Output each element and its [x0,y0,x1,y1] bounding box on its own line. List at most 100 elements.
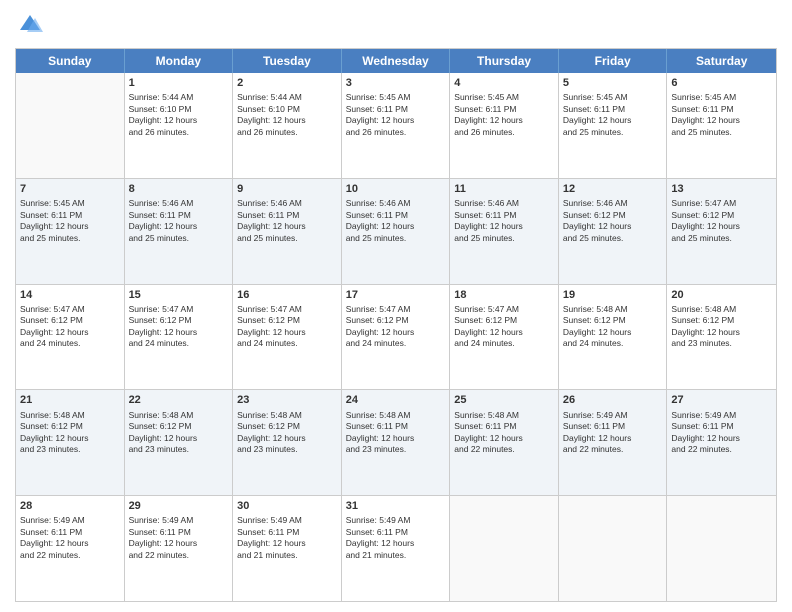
header-day-sunday: Sunday [16,49,125,73]
calendar-cell: 24Sunrise: 5:48 AM Sunset: 6:11 PM Dayli… [342,390,451,495]
day-number: 3 [346,76,446,90]
day-info: Sunrise: 5:48 AM Sunset: 6:11 PM Dayligh… [346,410,446,456]
calendar-header: SundayMondayTuesdayWednesdayThursdayFrid… [16,49,776,73]
calendar-cell: 31Sunrise: 5:49 AM Sunset: 6:11 PM Dayli… [342,496,451,601]
header [15,10,777,40]
day-number: 13 [671,182,772,196]
day-number: 12 [563,182,663,196]
day-number: 2 [237,76,337,90]
header-day-saturday: Saturday [667,49,776,73]
calendar-row-3: 14 Sunrise: 5:47 AM Sunset: 6:12 PM Dayli… [16,285,776,391]
header-day-wednesday: Wednesday [342,49,451,73]
calendar-row-2: 7 Sunrise: 5:45 AM Sunset: 6:11 PM Daylig… [16,179,776,285]
header-day-tuesday: Tuesday [233,49,342,73]
calendar: SundayMondayTuesdayWednesdayThursdayFrid… [15,48,777,602]
day-info: Sunrise: 5:46 AM Sunset: 6:11 PM Dayligh… [237,198,337,244]
calendar-cell: 28 Sunrise: 5:49 AM Sunset: 6:11 PM Dayli… [16,496,125,601]
day-info: Sunrise: 5:47 AM Sunset: 6:12 PM Dayligh… [237,304,337,350]
day-number: 29 [129,499,229,513]
day-number: 1 [129,76,229,90]
day-info: Sunrise: 5:46 AM Sunset: 6:11 PM Dayligh… [129,198,229,244]
day-info: Sunrise: 5:49 AM Sunset: 6:11 PM Dayligh… [671,410,772,456]
calendar-cell: 22Sunrise: 5:48 AM Sunset: 6:12 PM Dayli… [125,390,234,495]
day-number: 22 [129,393,229,407]
logo-icon [15,10,45,40]
calendar-cell: 27 Sunrise: 5:49 AM Sunset: 6:11 PM Dayli… [667,390,776,495]
day-number: 30 [237,499,337,513]
day-number: 18 [454,288,554,302]
day-number: 26 [563,393,663,407]
day-number: 20 [671,288,772,302]
day-number: 8 [129,182,229,196]
calendar-cell: 21 Sunrise: 5:48 AM Sunset: 6:12 PM Dayli… [16,390,125,495]
day-number: 5 [563,76,663,90]
calendar-body: 1 Sunrise: 5:44 AM Sunset: 6:10 PM Daylig… [16,73,776,601]
day-info: Sunrise: 5:48 AM Sunset: 6:11 PM Dayligh… [454,410,554,456]
calendar-cell: 15 Sunrise: 5:47 AM Sunset: 6:12 PM Dayli… [125,285,234,390]
calendar-cell: 25 Sunrise: 5:48 AM Sunset: 6:11 PM Dayli… [450,390,559,495]
day-info: Sunrise: 5:45 AM Sunset: 6:11 PM Dayligh… [671,92,772,138]
day-info: Sunrise: 5:46 AM Sunset: 6:12 PM Dayligh… [563,198,663,244]
page-container: SundayMondayTuesdayWednesdayThursdayFrid… [0,0,792,612]
day-number: 7 [20,182,120,196]
day-number: 4 [454,76,554,90]
day-info: Sunrise: 5:49 AM Sunset: 6:11 PM Dayligh… [237,515,337,561]
day-info: Sunrise: 5:45 AM Sunset: 6:11 PM Dayligh… [20,198,120,244]
day-info: Sunrise: 5:45 AM Sunset: 6:11 PM Dayligh… [346,92,446,138]
day-number: 23 [237,393,337,407]
day-number: 27 [671,393,772,407]
day-number: 31 [346,499,446,513]
calendar-cell: 1 Sunrise: 5:44 AM Sunset: 6:10 PM Daylig… [125,73,234,178]
header-day-thursday: Thursday [450,49,559,73]
calendar-row-1: 1 Sunrise: 5:44 AM Sunset: 6:10 PM Daylig… [16,73,776,179]
day-number: 28 [20,499,120,513]
calendar-cell: 4 Sunrise: 5:45 AM Sunset: 6:11 PM Daylig… [450,73,559,178]
header-day-friday: Friday [559,49,668,73]
calendar-cell: 26 Sunrise: 5:49 AM Sunset: 6:11 PM Dayli… [559,390,668,495]
day-number: 14 [20,288,120,302]
calendar-cell: 3 Sunrise: 5:45 AM Sunset: 6:11 PM Daylig… [342,73,451,178]
day-info: Sunrise: 5:46 AM Sunset: 6:11 PM Dayligh… [346,198,446,244]
calendar-row-5: 28 Sunrise: 5:49 AM Sunset: 6:11 PM Dayli… [16,496,776,601]
calendar-cell: 5 Sunrise: 5:45 AM Sunset: 6:11 PM Daylig… [559,73,668,178]
calendar-cell: 29 Sunrise: 5:49 AM Sunset: 6:11 PM Dayli… [125,496,234,601]
day-number: 19 [563,288,663,302]
calendar-cell [559,496,668,601]
day-number: 16 [237,288,337,302]
calendar-cell: 20 Sunrise: 5:48 AM Sunset: 6:12 PM Dayli… [667,285,776,390]
day-info: Sunrise: 5:44 AM Sunset: 6:10 PM Dayligh… [129,92,229,138]
day-info: Sunrise: 5:49 AM Sunset: 6:11 PM Dayligh… [563,410,663,456]
day-info: Sunrise: 5:48 AM Sunset: 6:12 PM Dayligh… [237,410,337,456]
calendar-cell: 9 Sunrise: 5:46 AM Sunset: 6:11 PM Daylig… [233,179,342,284]
day-info: Sunrise: 5:45 AM Sunset: 6:11 PM Dayligh… [454,92,554,138]
day-info: Sunrise: 5:47 AM Sunset: 6:12 PM Dayligh… [129,304,229,350]
calendar-cell: 7 Sunrise: 5:45 AM Sunset: 6:11 PM Daylig… [16,179,125,284]
calendar-cell [667,496,776,601]
day-number: 15 [129,288,229,302]
day-number: 9 [237,182,337,196]
day-number: 21 [20,393,120,407]
calendar-cell: 17 Sunrise: 5:47 AM Sunset: 6:12 PM Dayli… [342,285,451,390]
day-info: Sunrise: 5:49 AM Sunset: 6:11 PM Dayligh… [20,515,120,561]
day-info: Sunrise: 5:47 AM Sunset: 6:12 PM Dayligh… [671,198,772,244]
day-number: 17 [346,288,446,302]
day-info: Sunrise: 5:46 AM Sunset: 6:11 PM Dayligh… [454,198,554,244]
calendar-cell: 8 Sunrise: 5:46 AM Sunset: 6:11 PM Daylig… [125,179,234,284]
day-info: Sunrise: 5:45 AM Sunset: 6:11 PM Dayligh… [563,92,663,138]
day-info: Sunrise: 5:47 AM Sunset: 6:12 PM Dayligh… [346,304,446,350]
calendar-cell: 11Sunrise: 5:46 AM Sunset: 6:11 PM Dayli… [450,179,559,284]
calendar-cell: 23 Sunrise: 5:48 AM Sunset: 6:12 PM Dayli… [233,390,342,495]
day-info: Sunrise: 5:47 AM Sunset: 6:12 PM Dayligh… [454,304,554,350]
header-day-monday: Monday [125,49,234,73]
day-info: Sunrise: 5:48 AM Sunset: 6:12 PM Dayligh… [671,304,772,350]
day-number: 25 [454,393,554,407]
calendar-cell: 6 Sunrise: 5:45 AM Sunset: 6:11 PM Daylig… [667,73,776,178]
day-info: Sunrise: 5:49 AM Sunset: 6:11 PM Dayligh… [129,515,229,561]
calendar-cell: 12 Sunrise: 5:46 AM Sunset: 6:12 PM Dayli… [559,179,668,284]
day-number: 6 [671,76,772,90]
logo [15,10,49,40]
day-info: Sunrise: 5:48 AM Sunset: 6:12 PM Dayligh… [563,304,663,350]
day-number: 10 [346,182,446,196]
calendar-cell: 13 Sunrise: 5:47 AM Sunset: 6:12 PM Dayli… [667,179,776,284]
day-info: Sunrise: 5:48 AM Sunset: 6:12 PM Dayligh… [20,410,120,456]
